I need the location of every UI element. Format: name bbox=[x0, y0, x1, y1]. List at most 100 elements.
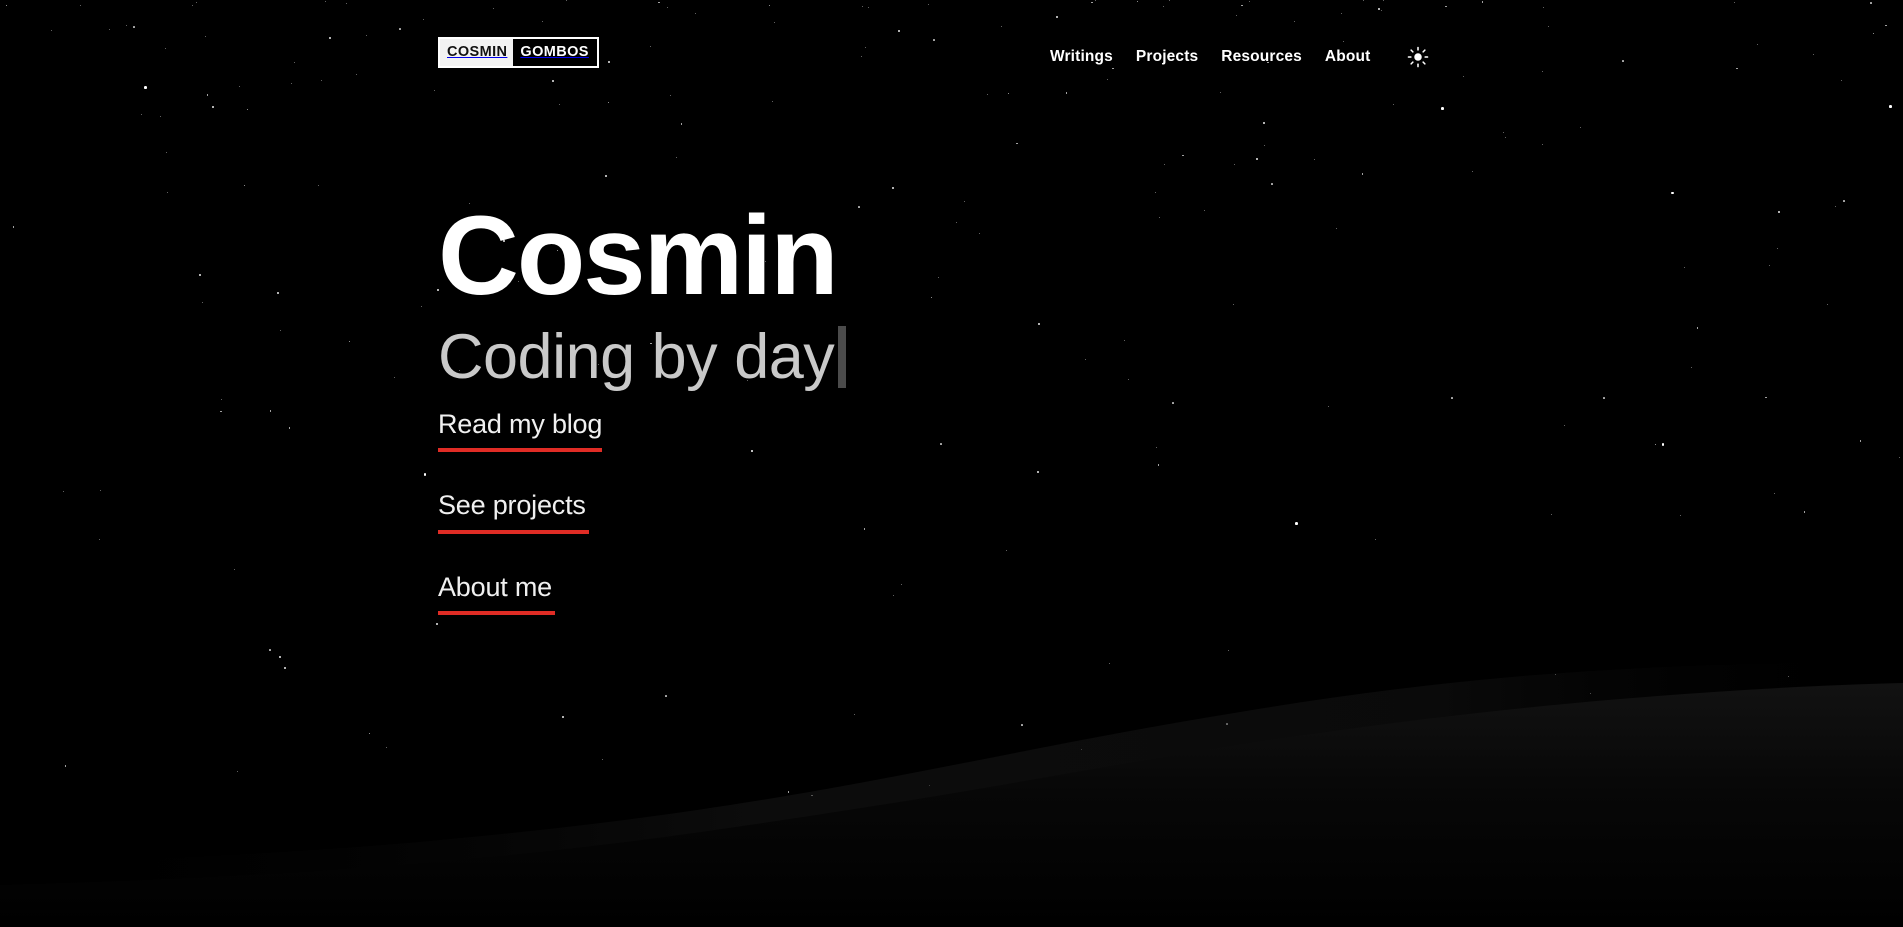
star-dot bbox=[1690, 367, 1692, 369]
star-dot bbox=[1696, 327, 1699, 329]
star-dot bbox=[165, 151, 167, 153]
star-dot bbox=[12, 226, 15, 228]
star-dot bbox=[1843, 200, 1845, 202]
star-dot bbox=[1451, 397, 1453, 399]
star-dot bbox=[854, 713, 856, 715]
star-dot bbox=[278, 655, 281, 658]
star-dot bbox=[1589, 693, 1591, 695]
star-dot bbox=[1774, 493, 1776, 495]
star-dot bbox=[1037, 470, 1040, 473]
star-dot bbox=[601, 758, 603, 760]
star-dot bbox=[937, 276, 939, 278]
nav-item-about[interactable]: About bbox=[1325, 49, 1371, 65]
sun-icon bbox=[1408, 46, 1429, 68]
star-dot bbox=[1226, 723, 1228, 725]
hero-link-read-my-blog[interactable]: Read my blog bbox=[438, 408, 603, 453]
star-dot bbox=[858, 206, 860, 208]
star-dot bbox=[1123, 340, 1125, 342]
hero-link-underline bbox=[438, 611, 555, 616]
star-dot bbox=[243, 184, 246, 187]
star-dot bbox=[1564, 425, 1566, 427]
hero-link-label: About me bbox=[438, 571, 552, 602]
hero-link-see-projects[interactable]: See projects bbox=[438, 489, 589, 534]
star-dot bbox=[368, 732, 371, 735]
star-dot bbox=[929, 785, 931, 787]
star-dot bbox=[1503, 132, 1505, 134]
star-dot bbox=[98, 538, 100, 540]
star-dot bbox=[1768, 264, 1770, 266]
star-dot bbox=[1580, 126, 1582, 128]
star-dot bbox=[930, 296, 933, 299]
hero-section: Cosmin Coding by day Read my blog See pr… bbox=[438, 193, 847, 652]
star-dot bbox=[233, 569, 235, 571]
star-dot bbox=[787, 791, 790, 793]
hero-tagline-text: Coding by day bbox=[438, 321, 835, 392]
hero-link-label: See projects bbox=[438, 490, 586, 521]
nav-item-resources[interactable]: Resources bbox=[1221, 49, 1302, 65]
star-dot bbox=[1005, 549, 1007, 551]
star-dot bbox=[140, 113, 142, 115]
star-dot bbox=[665, 695, 667, 697]
star-dot bbox=[167, 192, 169, 194]
star-dot bbox=[1264, 144, 1266, 146]
star-dot bbox=[891, 187, 894, 190]
star-dot bbox=[1229, 774, 1232, 777]
star-dot bbox=[1021, 724, 1023, 726]
star-dot bbox=[1471, 170, 1473, 172]
star-dot bbox=[1127, 378, 1129, 380]
star-dot bbox=[1327, 406, 1329, 408]
star-dot bbox=[1262, 122, 1265, 125]
hero-name-heading: Cosmin bbox=[438, 193, 839, 318]
star-dot bbox=[159, 115, 161, 117]
star-dot bbox=[1312, 785, 1314, 787]
star-dot bbox=[1172, 402, 1174, 404]
star-dot bbox=[1158, 216, 1160, 218]
star-dot bbox=[1227, 650, 1229, 652]
theme-toggle-button[interactable] bbox=[1405, 44, 1431, 70]
star-dot bbox=[1826, 304, 1828, 306]
star-dot bbox=[1803, 511, 1806, 513]
star-dot bbox=[1081, 749, 1083, 751]
star-dot bbox=[1771, 794, 1773, 796]
page-root: COSMIN GOMBOS Writings Projects Resource… bbox=[0, 0, 1903, 927]
star-dot bbox=[1335, 227, 1337, 229]
star-dot bbox=[199, 274, 201, 276]
star-dot bbox=[421, 305, 423, 307]
star-dot bbox=[220, 399, 222, 401]
hero-link-about-me[interactable]: About me bbox=[438, 571, 555, 616]
star-dot bbox=[1542, 143, 1544, 145]
star-dot bbox=[562, 716, 565, 719]
hero-tagline-row: Coding by day bbox=[438, 320, 847, 394]
star-dot bbox=[1256, 157, 1259, 160]
logo-first-word: COSMIN bbox=[440, 39, 514, 66]
star-dot bbox=[1109, 663, 1111, 665]
star-dot bbox=[863, 528, 866, 530]
star-dot bbox=[284, 667, 286, 670]
star-dot bbox=[1154, 191, 1156, 193]
star-dot bbox=[1661, 443, 1665, 446]
star-dot bbox=[900, 583, 902, 585]
site-logo[interactable]: COSMIN GOMBOS bbox=[438, 37, 599, 68]
star-dot bbox=[1551, 513, 1553, 515]
star-dot bbox=[1037, 323, 1040, 326]
star-dot bbox=[893, 594, 895, 596]
star-dot bbox=[1233, 303, 1235, 305]
star-dot bbox=[1504, 137, 1506, 139]
site-header: COSMIN GOMBOS Writings Projects Resource… bbox=[0, 0, 1903, 110]
star-dot bbox=[1157, 464, 1160, 466]
star-dot bbox=[1164, 164, 1166, 166]
star-dot bbox=[1778, 211, 1781, 213]
star-dot bbox=[317, 184, 319, 186]
star-dot bbox=[276, 292, 279, 295]
nav-item-writings[interactable]: Writings bbox=[1050, 49, 1113, 65]
nav-item-projects[interactable]: Projects bbox=[1136, 49, 1198, 65]
mountain-ridge-silhouette bbox=[0, 661, 1903, 927]
star-dot bbox=[423, 473, 427, 476]
hero-link-label: Read my blog bbox=[438, 409, 603, 439]
primary-navigation: Writings Projects Resources About bbox=[1050, 44, 1431, 70]
star-dot bbox=[1888, 766, 1890, 769]
star-dot bbox=[1528, 795, 1530, 797]
star-dot bbox=[1155, 446, 1157, 448]
star-dot bbox=[1233, 163, 1235, 165]
star-dot bbox=[675, 156, 677, 158]
